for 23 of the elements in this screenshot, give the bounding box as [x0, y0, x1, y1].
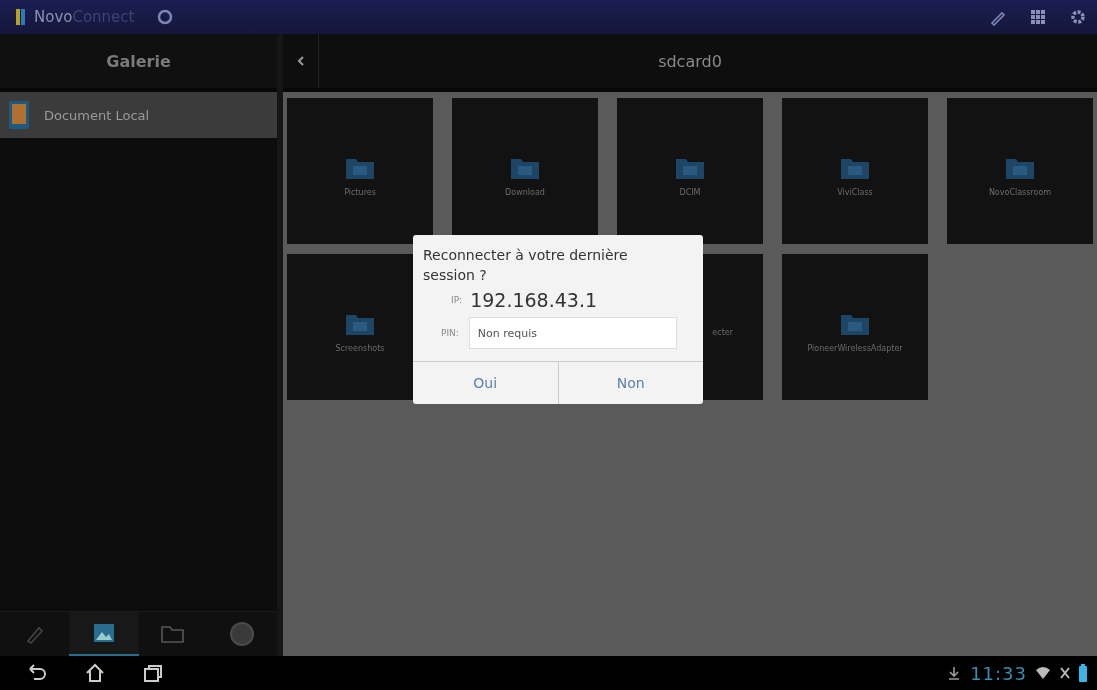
no-button[interactable]: Non [557, 362, 703, 404]
sidebar-item[interactable]: Document Local [0, 92, 277, 138]
folder-tile[interactable]: PioneerWirelessAdapter [782, 254, 928, 400]
clock: 11:33 [970, 662, 1027, 684]
folder-name: ecter [712, 327, 733, 337]
folder-path: sdcard0 [657, 51, 723, 71]
folder-name: NovoClassroom [988, 187, 1052, 197]
app-title: NovoConnect [34, 8, 135, 26]
folder-tile[interactable]: ViviClass [782, 98, 928, 244]
ip-address: 192.168.43.1 [470, 289, 598, 311]
folder-tile[interactable]: Pictures [287, 98, 433, 244]
folder-name: Pictures [344, 187, 376, 197]
folder-name: PioneerWirelessAdapter [807, 343, 903, 353]
sidebar-title: Galerie [106, 51, 171, 71]
folder-name: Download [505, 187, 545, 197]
pin-field[interactable]: Non requis [468, 317, 677, 349]
folder-name: ViviClass [837, 187, 873, 197]
folder-tile[interactable]: NovoClassroom [947, 98, 1093, 244]
folder-name: DCIM [679, 187, 701, 197]
folder-tile[interactable]: DCIM [617, 98, 763, 244]
folder-name: Screenshots [335, 343, 385, 353]
pin-label: PIN: [441, 328, 459, 338]
ip-label: IP: [451, 295, 463, 305]
